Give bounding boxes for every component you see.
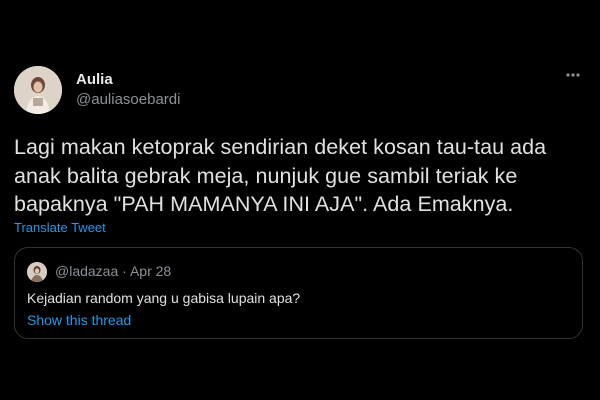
profile-photo-icon bbox=[14, 66, 62, 114]
tweet-text-line: anak balita gebrak meja, nunjuk gue samb… bbox=[14, 163, 518, 188]
show-thread-link[interactable]: Show this thread bbox=[27, 312, 131, 328]
quoted-author-avatar[interactable] bbox=[27, 262, 47, 282]
profile-photo-icon bbox=[27, 262, 47, 282]
author-handle[interactable]: @auliasoebardi bbox=[76, 91, 180, 108]
author-name[interactable]: Aulia bbox=[76, 71, 113, 88]
quoted-meta: @ladazaa · Apr 28 bbox=[55, 263, 171, 279]
quoted-handle[interactable]: @ladazaa bbox=[55, 263, 118, 279]
author-avatar[interactable] bbox=[14, 66, 62, 114]
quoted-text: Kejadian random yang u gabisa lupain apa… bbox=[27, 290, 301, 306]
tweet-text-line: bapaknya "PAH MAMANYA INI AJA". Ada Emak… bbox=[14, 192, 514, 216]
translate-tweet-link[interactable]: Translate Tweet bbox=[14, 220, 106, 235]
more-options-button[interactable] bbox=[558, 64, 588, 86]
tweet-card: Aulia @auliasoebardi Lagi makan ketoprak… bbox=[0, 0, 600, 400]
quoted-date[interactable]: Apr 28 bbox=[130, 263, 171, 279]
more-horizontal-icon bbox=[566, 73, 580, 77]
tweet-text-line: Lagi makan ketoprak sendirian deket kosa… bbox=[14, 135, 547, 159]
tweet-text: Lagi makan ketoprak sendirian deket kosa… bbox=[14, 133, 592, 219]
quoted-tweet-card[interactable]: @ladazaa · Apr 28 Kejadian random yang u… bbox=[14, 247, 583, 339]
meta-separator: · bbox=[122, 263, 127, 279]
